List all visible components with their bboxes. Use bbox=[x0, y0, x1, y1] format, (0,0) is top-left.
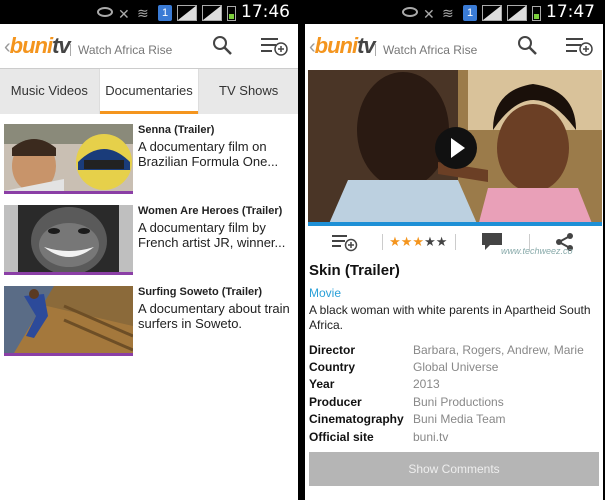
signal-icon bbox=[177, 5, 197, 21]
metadata-row: Country Global Universe bbox=[309, 358, 601, 375]
status-time: 17:46 bbox=[241, 2, 290, 22]
tab-tv-shows[interactable]: TV Shows bbox=[198, 69, 298, 114]
eye-icon bbox=[402, 7, 418, 17]
metadata-key: Official site bbox=[309, 429, 374, 444]
tagline: Watch Africa Rise bbox=[374, 43, 478, 57]
metadata-row: Year 2013 bbox=[309, 376, 601, 393]
search-button[interactable] bbox=[515, 34, 541, 58]
metadata-value: 2013 bbox=[413, 377, 440, 392]
queue-button[interactable] bbox=[260, 34, 288, 58]
battery-icon bbox=[532, 6, 541, 21]
video-thumbnail[interactable] bbox=[4, 124, 133, 194]
search-icon bbox=[518, 36, 537, 55]
rating-stars[interactable]: ★★★★★ bbox=[381, 228, 456, 256]
star-filled-icon[interactable]: ★ bbox=[412, 234, 424, 249]
status-bar: ✕ ≋ 1 17:47 bbox=[305, 0, 603, 24]
add-to-queue-button[interactable] bbox=[308, 228, 382, 256]
item-description: A documentary film by French artist JR, … bbox=[138, 220, 286, 250]
search-icon bbox=[213, 36, 232, 55]
metadata-row: Producer Buni Productions bbox=[309, 393, 601, 410]
video-list: Senna (Trailer) A documentary film on Br… bbox=[0, 122, 298, 365]
status-time: 17:47 bbox=[546, 2, 595, 22]
video-description: A black woman with white parents in Apar… bbox=[309, 303, 591, 332]
search-button[interactable] bbox=[210, 34, 236, 58]
item-title: Senna (Trailer) bbox=[138, 124, 215, 136]
list-item[interactable]: Senna (Trailer) A documentary film on Br… bbox=[0, 122, 298, 202]
tab-music-videos[interactable]: Music Videos bbox=[0, 69, 99, 114]
battery-icon bbox=[227, 6, 236, 21]
star-empty-icon[interactable]: ★ bbox=[436, 234, 448, 249]
star-filled-icon[interactable]: ★ bbox=[401, 234, 413, 249]
signal-icon-2 bbox=[507, 5, 527, 21]
eye-icon bbox=[97, 7, 113, 17]
comment-icon bbox=[481, 233, 502, 250]
queue-button[interactable] bbox=[565, 34, 593, 58]
tagline: Watch Africa Rise bbox=[69, 43, 173, 57]
watermark: www.techweez.co bbox=[501, 246, 573, 256]
signal-icon bbox=[482, 5, 502, 21]
show-comments-button[interactable]: Show Comments bbox=[309, 452, 599, 486]
item-title: Women Are Heroes (Trailer) bbox=[138, 205, 283, 217]
playlist-add-icon bbox=[331, 235, 357, 252]
playlist-add-icon bbox=[566, 38, 593, 56]
video-progress-bar[interactable] bbox=[308, 222, 602, 226]
star-empty-icon[interactable]: ★ bbox=[424, 234, 436, 249]
metadata-value[interactable]: buni.tv bbox=[413, 430, 448, 444]
list-item[interactable]: Surfing Soweto (Trailer) A documentary a… bbox=[0, 284, 298, 364]
metadata-row: Cinematography Buni Media Team bbox=[309, 411, 601, 428]
metadata-value: Buni Media Team bbox=[413, 412, 506, 427]
notification-badge: 1 bbox=[158, 5, 172, 21]
metadata-key: Producer bbox=[309, 394, 362, 409]
wifi-icon: ≋ bbox=[442, 5, 454, 21]
playlist-add-icon bbox=[261, 38, 288, 56]
metadata-key: Director bbox=[309, 342, 356, 357]
metadata-key: Country bbox=[309, 360, 355, 375]
genre-link[interactable]: Movie bbox=[309, 286, 341, 300]
category-tabs: Music Videos Documentaries TV Shows bbox=[0, 68, 298, 114]
buni-tv-logo[interactable]: ‹bunitv bbox=[4, 33, 71, 59]
star-filled-icon[interactable]: ★ bbox=[389, 234, 401, 249]
notification-badge: 1 bbox=[463, 5, 477, 21]
video-thumbnail[interactable] bbox=[4, 286, 133, 356]
video-thumbnail[interactable] bbox=[4, 205, 133, 275]
metadata-value: Barbara, Rogers, Andrew, Marie bbox=[413, 342, 584, 357]
buni-tv-logo[interactable]: ‹bunitv bbox=[309, 33, 376, 59]
metadata-row: Director Barbara, Rogers, Andrew, Marie bbox=[309, 341, 601, 358]
mute-icon: ✕ bbox=[118, 6, 130, 22]
metadata-value: Buni Productions bbox=[413, 394, 504, 409]
item-title: Surfing Soweto (Trailer) bbox=[138, 286, 263, 298]
metadata-value: Global Universe bbox=[413, 360, 499, 375]
video-detail-screen: ✕ ≋ 1 17:47 ‹bunitv Watch Africa Rise ★★… bbox=[305, 0, 603, 500]
star-rating[interactable]: ★★★★★ bbox=[389, 234, 447, 250]
mute-icon: ✕ bbox=[423, 6, 435, 22]
item-description: A documentary about train surfers in Sow… bbox=[138, 301, 290, 331]
signal-icon-2 bbox=[202, 5, 222, 21]
metadata-key: Year bbox=[309, 377, 335, 392]
app-bar: ‹bunitv Watch Africa Rise bbox=[305, 24, 603, 68]
status-bar: ✕ ≋ 1 17:46 bbox=[0, 0, 298, 24]
tab-documentaries[interactable]: Documentaries bbox=[98, 69, 199, 114]
metadata-key: Cinematography bbox=[309, 412, 404, 427]
wifi-icon: ≋ bbox=[137, 5, 149, 21]
video-title: Skin (Trailer) bbox=[309, 262, 400, 279]
list-item[interactable]: Women Are Heroes (Trailer) A documentary… bbox=[0, 203, 298, 283]
metadata-table: Director Barbara, Rogers, Andrew, Marie … bbox=[309, 341, 601, 445]
app-bar: ‹bunitv Watch Africa Rise bbox=[0, 24, 298, 68]
metadata-row: Official site buni.tv bbox=[309, 428, 601, 445]
documentaries-screen: ✕ ≋ 1 17:46 ‹bunitv Watch Africa Rise Mu… bbox=[0, 0, 298, 500]
play-button[interactable] bbox=[435, 127, 477, 169]
item-description: A documentary film on Brazilian Formula … bbox=[138, 139, 279, 169]
